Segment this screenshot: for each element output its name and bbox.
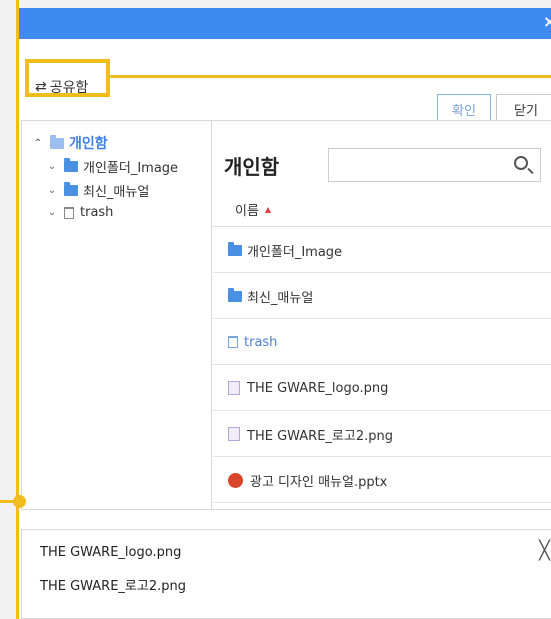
selected-file: THE GWARE_로고2.png [40, 579, 186, 594]
selected-files-box: THE GWARE_logo.png THE GWARE_로고2.png ╳ [21, 529, 551, 619]
highlight-connector [108, 75, 551, 78]
tree-item-label: trash [80, 205, 114, 220]
file-name: 최신_매뉴얼 [247, 290, 314, 306]
highlight-dot [13, 495, 26, 508]
tree-item-manual-folder[interactable]: ⌄ 최신_매뉴얼 [46, 181, 149, 200]
chevron-up-icon[interactable]: ⌃ [32, 138, 44, 149]
file-row[interactable]: 광고 디자인 매뉴얼.pptx [213, 458, 551, 503]
search-icon[interactable] [514, 156, 528, 170]
folder-icon [228, 287, 242, 302]
share-toggle[interactable]: ⇄ 공유함 [35, 77, 88, 97]
clear-selection-icon[interactable]: ╳ [539, 540, 550, 561]
search-input[interactable] [328, 148, 541, 182]
folder-icon [64, 158, 78, 172]
chevron-down-icon[interactable]: ⌄ [46, 161, 58, 172]
tree-item-trash[interactable]: ⌄ trash [46, 205, 114, 220]
pane-title: 개인함 [224, 155, 280, 179]
file-row[interactable]: 최신_매뉴얼 [213, 274, 551, 319]
file-browser: ⌃ 개인함 ⌄ 개인폴더_Image ⌄ 최신_매뉴얼 ⌄ trash 개인함 … [21, 120, 551, 510]
dialog-topbar: ⇄ 공유함 확인 닫기 [19, 39, 551, 125]
share-label: 공유함 [49, 80, 89, 96]
tree-item-label: 개인함 [69, 136, 108, 152]
file-name: 광고 디자인 매뉴얼.pptx [250, 474, 388, 490]
dialog-close-icon[interactable]: × [543, 12, 551, 31]
tree-item-label: 개인폴더_Image [83, 161, 179, 176]
png-file-icon [228, 427, 240, 441]
folder-tree: ⌃ 개인함 ⌄ 개인폴더_Image ⌄ 최신_매뉴얼 ⌄ trash [22, 121, 212, 509]
file-name: trash [244, 334, 278, 350]
file-row[interactable]: THE GWARE_로고2.png [213, 412, 551, 457]
folder-icon [50, 134, 64, 149]
file-name: 개인폴더_Image [247, 244, 343, 260]
file-name: THE GWARE_logo.png [247, 380, 389, 396]
tree-item-label: 최신_매뉴얼 [83, 185, 150, 200]
dialog-titlebar: × [19, 8, 551, 39]
file-row[interactable]: 개인폴더_Image [213, 228, 551, 273]
tree-item-image-folder[interactable]: ⌄ 개인폴더_Image [46, 157, 178, 176]
sort-asc-icon: ▲ [264, 205, 272, 214]
file-name: THE GWARE_로고2.png [247, 428, 393, 444]
file-row[interactable]: THE GWARE_logo.png [213, 366, 551, 411]
swap-icon: ⇄ [35, 79, 47, 95]
file-list-pane: 개인함 이름 ▲ 개인폴더_Image 최신_매뉴얼 trash THE GWA… [213, 121, 551, 509]
png-file-icon [228, 381, 240, 395]
chevron-down-icon[interactable]: ⌄ [46, 207, 58, 218]
trash-icon [64, 206, 74, 219]
file-row[interactable]: trash [213, 320, 551, 365]
tree-item-root[interactable]: ⌃ 개인함 [32, 133, 108, 153]
pptx-file-icon [228, 472, 243, 488]
column-header-name[interactable]: 이름 ▲ [213, 193, 551, 227]
folder-icon [64, 182, 78, 196]
chevron-down-icon[interactable]: ⌄ [46, 185, 58, 196]
folder-icon [228, 241, 242, 256]
column-name-label: 이름 [235, 204, 259, 219]
trash-icon [228, 336, 238, 348]
selected-file: THE GWARE_logo.png [40, 545, 182, 560]
